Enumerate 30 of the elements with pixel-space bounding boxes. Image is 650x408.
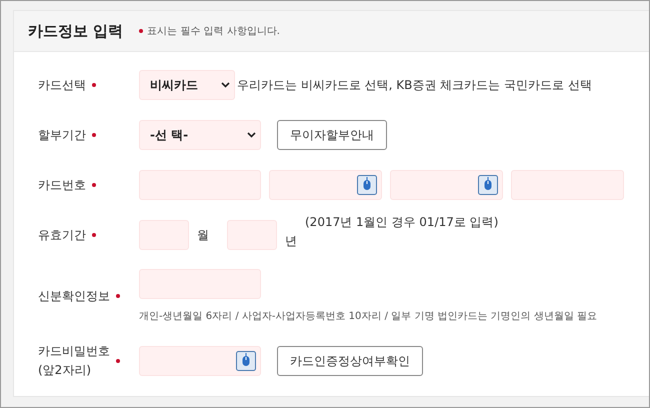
id-info-field[interactable] [139,269,261,299]
card-number-field[interactable] [511,170,624,200]
caret-icon [221,82,230,88]
password-field[interactable] [139,346,261,376]
year-unit: 년 [285,233,297,250]
card-number-field[interactable] [269,170,382,200]
field-label: 카드선택 [38,76,86,94]
select-dropdown[interactable]: 비씨카드 [139,70,235,100]
mouse-icon[interactable] [357,175,377,195]
verify-button[interactable]: 카드인증정상여부확인 [277,346,423,376]
year-field[interactable] [227,220,277,250]
field-label: 할부기간 [38,126,86,144]
mouse-icon[interactable] [478,175,498,195]
caret-icon [247,132,256,138]
expiry-note: (2017년 1월인 경우 01/17로 입력) [305,214,498,231]
field-label: 신분확인정보 [38,288,110,304]
id-info-hint: 개인-생년월일 6자리 / 사업자-사업자등록번호 10자리 / 일부 기명 법인카드는 기명인의 생년월일 필요 [139,310,598,323]
card-number-field[interactable] [139,170,261,200]
required-note: 표시는 필수 입력 사항입니다. [147,25,280,38]
field-label: 카드번호 [38,176,86,194]
select-dropdown[interactable]: -선 택- [139,120,261,150]
mouse-icon[interactable] [236,351,256,371]
select-note: 우리카드는 비씨카드로 선택, KB증권 체크카드는 국민카드로 선택 [237,76,592,94]
section-title: 카드정보 입력 [28,22,124,40]
field-label: 카드비밀번호 (앞2자리) [38,343,110,379]
month-field[interactable] [139,220,189,250]
card-number-field[interactable] [390,170,503,200]
month-unit: 월 [197,226,209,244]
info-button[interactable]: 무이자할부안내 [277,120,387,150]
field-label: 유효기간 [38,226,86,244]
